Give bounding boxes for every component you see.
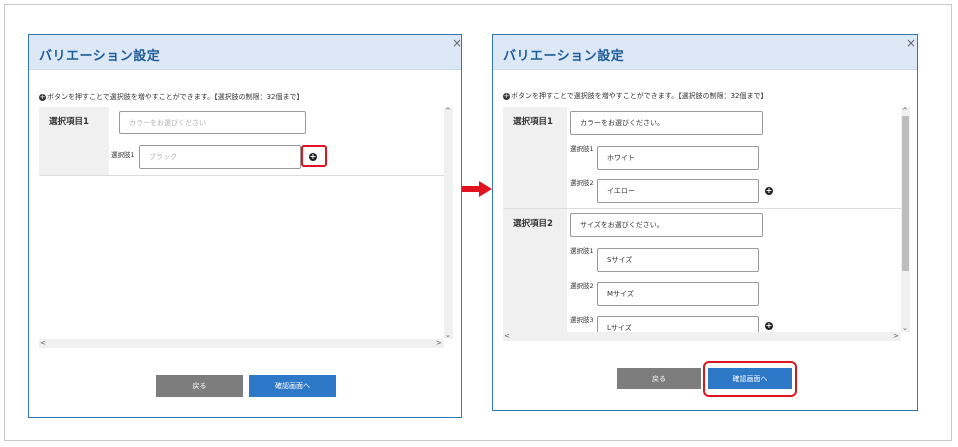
group-label: 選択項目1 bbox=[513, 117, 553, 127]
options-scroll-area[interactable]: 選択項目1 カラーをお選びください。 選択肢1 ホワイト 選択肢2 イエロー +… bbox=[503, 107, 901, 332]
group-select[interactable]: カラーをお選びください。 bbox=[570, 111, 763, 135]
scroll-down-icon[interactable]: ⌄ bbox=[902, 324, 908, 332]
group-label-cell: 選択項目1 bbox=[39, 107, 109, 175]
instruction-label: ボタンを押すことで選択肢を増やすことができます。【選択肢の制限：32個まで】 bbox=[47, 93, 304, 101]
scrollbar-thumb[interactable] bbox=[902, 116, 909, 271]
dialog-title: バリエーション設定 bbox=[503, 49, 625, 64]
option-label: 選択肢2 bbox=[570, 282, 594, 290]
group-select[interactable]: サイズをお選びください。 bbox=[570, 213, 763, 237]
transition-arrow-icon bbox=[462, 181, 492, 197]
horizontal-scrollbar[interactable]: < > bbox=[503, 332, 901, 341]
vertical-scrollbar[interactable]: ^ ⌄ bbox=[444, 107, 453, 339]
scroll-left-icon[interactable]: < bbox=[40, 339, 46, 347]
confirm-screen-button[interactable]: 確認画面へ bbox=[249, 375, 336, 397]
dialog-titlebar: バリエーション設定 bbox=[493, 35, 917, 70]
option-input[interactable]: Sサイズ bbox=[597, 248, 759, 272]
options-scroll-area[interactable]: 選択項目1 カラーをお選びください 選択肢1 ブラック + bbox=[39, 107, 444, 339]
group-label: 選択項目1 bbox=[49, 117, 89, 127]
scroll-right-icon[interactable]: > bbox=[893, 332, 899, 340]
highlight-box bbox=[301, 145, 327, 167]
instruction-text: + ボタンを押すことで選択肢を増やすことができます。【選択肢の制限：32個まで】 bbox=[39, 92, 304, 102]
horizontal-scrollbar[interactable]: < > bbox=[39, 339, 444, 348]
highlight-box bbox=[703, 361, 797, 397]
add-option-icon[interactable]: + bbox=[765, 187, 773, 195]
scroll-up-icon[interactable]: ^ bbox=[902, 107, 908, 115]
back-button[interactable]: 戻る bbox=[156, 375, 243, 397]
option-label: 選択肢2 bbox=[570, 179, 594, 187]
group-label-cell: 選択項目2 bbox=[503, 209, 567, 332]
group-label: 選択項目2 bbox=[513, 219, 553, 229]
back-button[interactable]: 戻る bbox=[617, 368, 701, 389]
option-group-2: 選択項目2 サイズをお選びください。 選択肢1 Sサイズ 選択肢2 Mサイズ 選… bbox=[503, 209, 901, 332]
option-input[interactable]: ホワイト bbox=[597, 146, 759, 170]
group-select[interactable]: カラーをお選びください bbox=[119, 111, 306, 134]
group-label-cell: 選択項目1 bbox=[503, 107, 567, 208]
scroll-down-icon[interactable]: ⌄ bbox=[445, 331, 451, 339]
add-circle-icon: + bbox=[39, 92, 46, 101]
instruction-text: + ボタンを押すことで選択肢を増やすことができます。【選択肢の制限：32個まで】 bbox=[503, 91, 768, 101]
close-icon[interactable]: × bbox=[906, 37, 916, 49]
variation-dialog-after: バリエーション設定 × + ボタンを押すことで選択肢を増やすことができます。【選択… bbox=[492, 34, 918, 411]
variation-dialog-before: バリエーション設定 × + ボタンを押すことで選択肢を増やすことができます。【選択… bbox=[28, 34, 462, 418]
vertical-scrollbar[interactable]: ^ ⌄ bbox=[901, 107, 910, 332]
option-group-1: 選択項目1 カラーをお選びください 選択肢1 ブラック + bbox=[39, 107, 444, 175]
option-input[interactable]: Mサイズ bbox=[597, 282, 759, 306]
dialog-title: バリエーション設定 bbox=[39, 49, 161, 64]
option-input[interactable]: ブラック bbox=[139, 145, 301, 169]
option-label: 選択肢1 bbox=[570, 247, 594, 255]
option-input[interactable]: イエロー bbox=[597, 179, 759, 203]
instruction-label: ボタンを押すことで選択肢を増やすことができます。【選択肢の制限：32個まで】 bbox=[511, 92, 768, 100]
scroll-left-icon[interactable]: < bbox=[504, 332, 510, 340]
option-label: 選択肢1 bbox=[111, 151, 135, 159]
option-label: 選択肢1 bbox=[570, 145, 594, 153]
scroll-up-icon[interactable]: ^ bbox=[445, 107, 451, 115]
group-divider bbox=[39, 175, 444, 176]
add-circle-icon: + bbox=[503, 91, 510, 100]
add-option-icon[interactable]: + bbox=[765, 322, 773, 330]
close-icon[interactable]: × bbox=[452, 37, 462, 49]
dialog-titlebar: バリエーション設定 bbox=[29, 35, 461, 70]
option-input[interactable]: Lサイズ bbox=[597, 316, 759, 332]
option-label: 選択肢3 bbox=[570, 316, 594, 324]
scroll-right-icon[interactable]: > bbox=[436, 339, 442, 347]
option-group-1: 選択項目1 カラーをお選びください。 選択肢1 ホワイト 選択肢2 イエロー + bbox=[503, 107, 901, 208]
